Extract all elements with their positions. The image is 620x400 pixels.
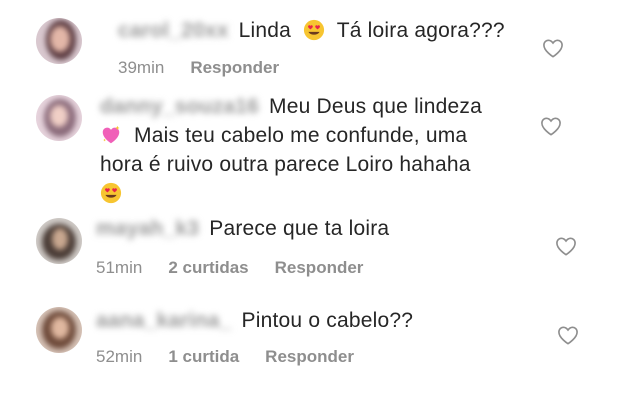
comment-timestamp: 39min [118,58,165,77]
avatar[interactable] [36,95,82,141]
comment-text: aana_karina_ Pintou o cabelo?? [96,306,413,335]
comment-text: carol_20xx Linda Tá loira agora??? [118,16,505,45]
comment-text: danny_souza16 Meu Deus que lindeza Mais … [100,92,482,208]
comment-text-body: Parece que ta loira [209,217,390,240]
heart-outline-icon[interactable] [542,38,564,58]
comment-text-end: Tá loira agora??? [336,19,505,42]
heart-outline-icon[interactable] [557,325,579,345]
reply-button[interactable]: Responder [265,347,354,367]
heart-eyes-emoji-icon [303,19,325,41]
comment-username[interactable]: mayah_k3 [96,217,199,240]
comment-meta: 52min 1 curtida Responder [96,347,354,367]
comment-meta: 51min 2 curtidas Responder [96,258,363,278]
likes-count-button[interactable]: 2 curtidas [168,258,248,278]
avatar[interactable] [36,18,82,64]
likes-count-button[interactable]: 1 curtida [168,347,239,367]
comment-timestamp: 52min [96,347,143,366]
comment-text-line: Meu Deus que lindeza [269,95,483,118]
comment-text-body: Pintou o cabelo?? [241,309,414,332]
comment-text-start: Linda [238,19,292,42]
comment-text-line: Mais teu cabelo me confunde, uma [134,124,468,147]
heart-outline-icon[interactable] [555,236,577,256]
comment-username[interactable]: danny_souza16 [100,95,259,118]
comment-text: mayah_k3 Parece que ta loira [96,214,389,243]
comment-timestamp: 51min [96,258,143,277]
reply-button[interactable]: Responder [190,58,279,78]
comment-username[interactable]: aana_karina_ [96,309,232,332]
heart-outline-icon[interactable] [540,116,562,136]
comment-meta: 39min Responder [118,58,279,78]
sparkling-heart-emoji-icon [102,125,120,144]
comment-username[interactable]: carol_20xx [118,19,229,42]
comment-text-line: hora é ruivo outra parece Loiro hahaha [100,153,471,176]
reply-button[interactable]: Responder [275,258,364,278]
avatar[interactable] [36,307,82,353]
avatar[interactable] [36,218,82,264]
heart-eyes-emoji-icon [100,182,122,204]
